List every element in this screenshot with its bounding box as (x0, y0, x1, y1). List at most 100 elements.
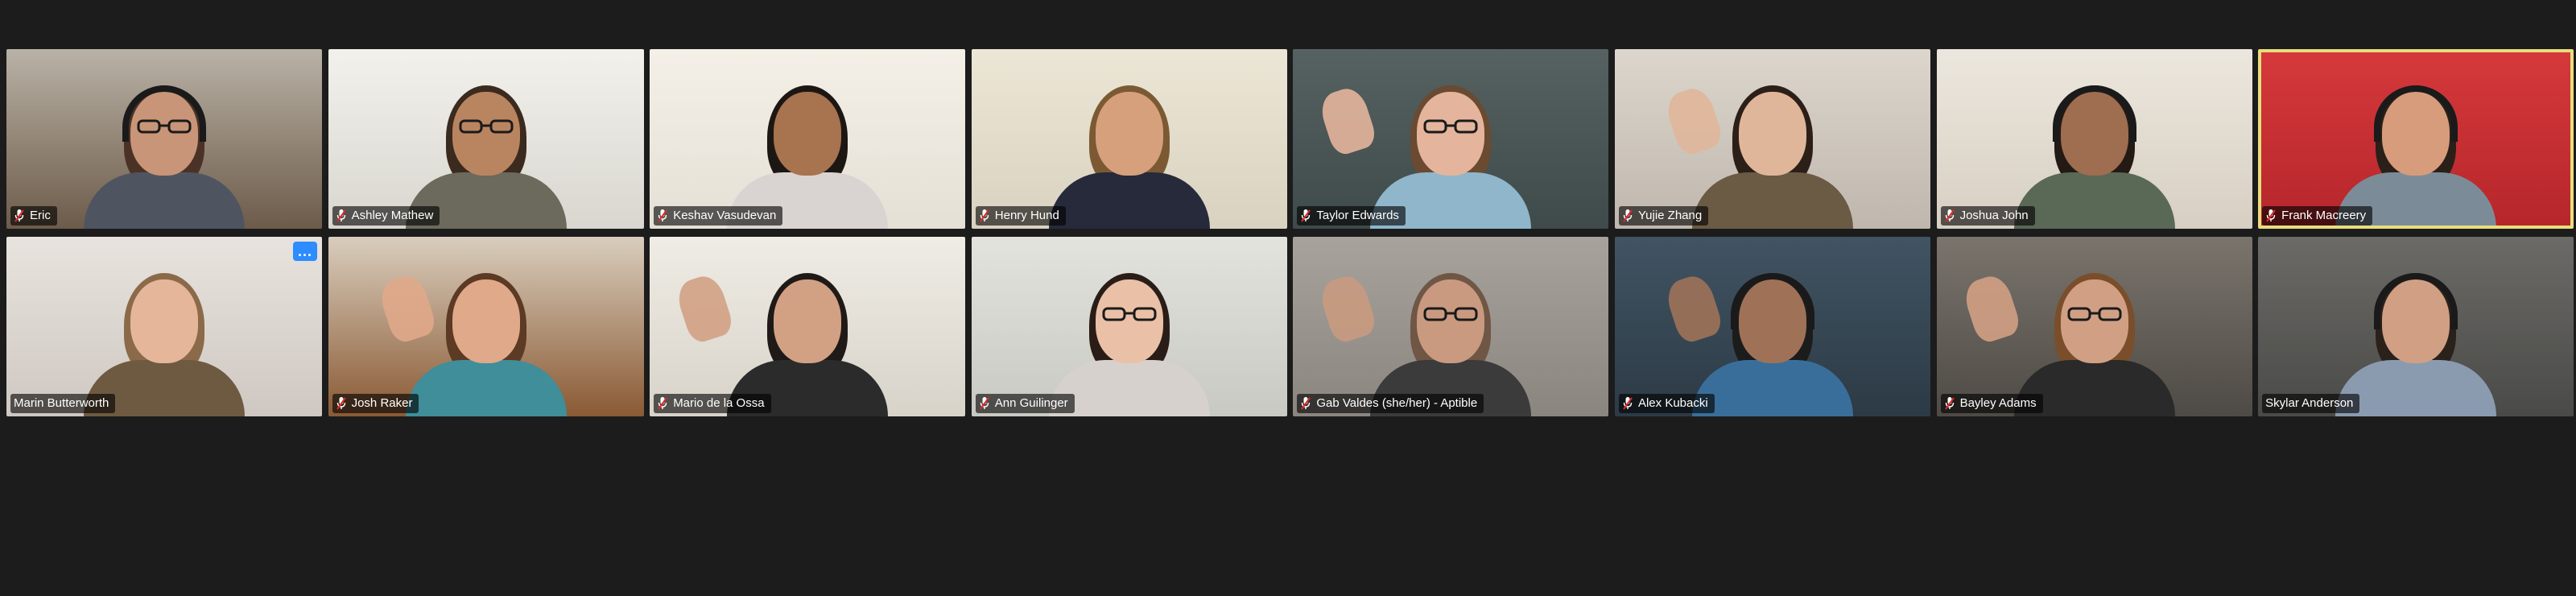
face-shape (1738, 92, 1806, 176)
torso-shape (2013, 172, 2175, 229)
participant-name-label: Keshav Vasudevan (654, 206, 783, 226)
face-shape (1095, 92, 1163, 176)
participant-tile[interactable]: Marin Butterworth... (6, 237, 322, 416)
participant-name-label: Joshua John (1940, 206, 2035, 226)
participant-tile[interactable]: Skylar Anderson (2258, 237, 2574, 416)
more-options-button[interactable]: ... (293, 242, 317, 261)
participant-video (1370, 68, 1532, 229)
participant-name: Eric (30, 209, 51, 222)
glasses-icon (459, 119, 514, 134)
participant-name-label: Eric (10, 206, 57, 226)
participant-name-label: Alex Kubacki (1618, 394, 1715, 413)
participant-name: Alex Kubacki (1637, 396, 1708, 410)
face-shape (452, 92, 520, 176)
face-shape (774, 92, 842, 176)
participant-tile[interactable]: Keshav Vasudevan (650, 49, 966, 229)
gallery-grid: Eric Ashley Mathew Keshav Vasudevan Henry H… (6, 49, 2574, 416)
participant-video (1370, 255, 1532, 416)
participant-name-label: Gab Valdes (she/her) - Aptible (1297, 394, 1484, 413)
participant-name-label: Frank Macreery (2262, 206, 2373, 226)
participant-video (84, 68, 245, 229)
participant-video (2335, 255, 2497, 416)
participant-tile[interactable]: Josh Raker (328, 237, 644, 416)
participant-video (405, 68, 567, 229)
glasses-icon (1423, 307, 1478, 321)
participant-video (2013, 255, 2175, 416)
torso-shape (1048, 172, 1210, 229)
participant-name-label: Henry Hund (975, 206, 1066, 226)
participant-name: Mario de la Ossa (673, 396, 765, 410)
muted-mic-icon (658, 209, 668, 222)
participant-name: Ashley Mathew (351, 209, 434, 222)
face-shape (2060, 279, 2128, 363)
muted-mic-icon (336, 209, 346, 222)
muted-mic-icon (2266, 209, 2276, 222)
participant-tile[interactable]: Frank Macreery (2258, 49, 2574, 229)
participant-name-label: Taylor Edwards (1297, 206, 1406, 226)
headphones-icon (2052, 85, 2136, 142)
torso-shape (1691, 172, 1853, 229)
participant-video (727, 255, 889, 416)
headphones-icon (2374, 85, 2458, 142)
participant-name-label: Marin Butterworth (10, 394, 116, 413)
muted-mic-icon (336, 397, 346, 410)
participant-tile[interactable]: Bayley Adams (1936, 237, 2252, 416)
participant-video (1048, 68, 1210, 229)
participant-tile[interactable]: Henry Hund (971, 49, 1287, 229)
participant-tile[interactable]: Ashley Mathew (328, 49, 644, 229)
participant-video (1691, 68, 1853, 229)
participant-video (1691, 255, 1853, 416)
participant-name-label: Mario de la Ossa (654, 394, 771, 413)
face-shape (1417, 279, 1485, 363)
participant-tile[interactable]: Mario de la Ossa (650, 237, 966, 416)
participant-name-label: Ann Guilinger (975, 394, 1075, 413)
participant-name: Yujie Zhang (1637, 209, 1703, 222)
participant-name: Joshua John (1959, 209, 2029, 222)
glasses-icon (2067, 307, 2122, 321)
participant-tile[interactable]: Ann Guilinger (971, 237, 1287, 416)
participant-video (1048, 255, 1210, 416)
participant-video (84, 255, 245, 416)
participant-name: Keshav Vasudevan (673, 209, 777, 222)
participant-name-label: Josh Raker (332, 394, 419, 413)
participant-name-label: Bayley Adams (1940, 394, 2043, 413)
participant-name-label: Skylar Anderson (2262, 394, 2360, 413)
participant-name: Bayley Adams (1959, 396, 2037, 410)
participant-name: Skylar Anderson (2265, 396, 2354, 410)
face-shape (1095, 279, 1163, 363)
participant-name: Ann Guilinger (994, 396, 1068, 410)
muted-mic-icon (1623, 209, 1633, 222)
headphones-icon (2374, 273, 2458, 329)
face-shape (1417, 92, 1485, 176)
torso-shape (1691, 360, 1853, 416)
glasses-icon (1423, 119, 1478, 134)
torso-shape (2335, 360, 2497, 416)
participant-name: Taylor Edwards (1316, 209, 1399, 222)
muted-mic-icon (979, 397, 989, 410)
face-shape (130, 279, 198, 363)
participant-name: Marin Butterworth (14, 396, 109, 410)
headphones-icon (122, 85, 206, 142)
torso-shape (405, 360, 567, 416)
face-shape (774, 279, 842, 363)
muted-mic-icon (1623, 397, 1633, 410)
participant-tile[interactable]: Joshua John (1936, 49, 2252, 229)
muted-mic-icon (1301, 209, 1311, 222)
muted-mic-icon (1944, 397, 1955, 410)
participant-tile[interactable]: Eric (6, 49, 322, 229)
participant-name: Gab Valdes (she/her) - Aptible (1316, 396, 1478, 410)
participant-video (405, 255, 567, 416)
participant-tile[interactable]: Gab Valdes (she/her) - Aptible (1293, 237, 1609, 416)
muted-mic-icon (1944, 209, 1955, 222)
participant-video (2013, 68, 2175, 229)
participant-tile[interactable]: Yujie Zhang (1614, 49, 1930, 229)
participant-tile[interactable]: Alex Kubacki (1614, 237, 1930, 416)
participant-tile[interactable]: Taylor Edwards (1293, 49, 1609, 229)
torso-shape (84, 172, 245, 229)
participant-name: Henry Hund (994, 209, 1059, 222)
participant-name: Frank Macreery (2281, 209, 2367, 222)
muted-mic-icon (658, 397, 668, 410)
participant-name: Josh Raker (351, 396, 413, 410)
participant-name-label: Yujie Zhang (1618, 206, 1709, 226)
muted-mic-icon (14, 209, 24, 222)
